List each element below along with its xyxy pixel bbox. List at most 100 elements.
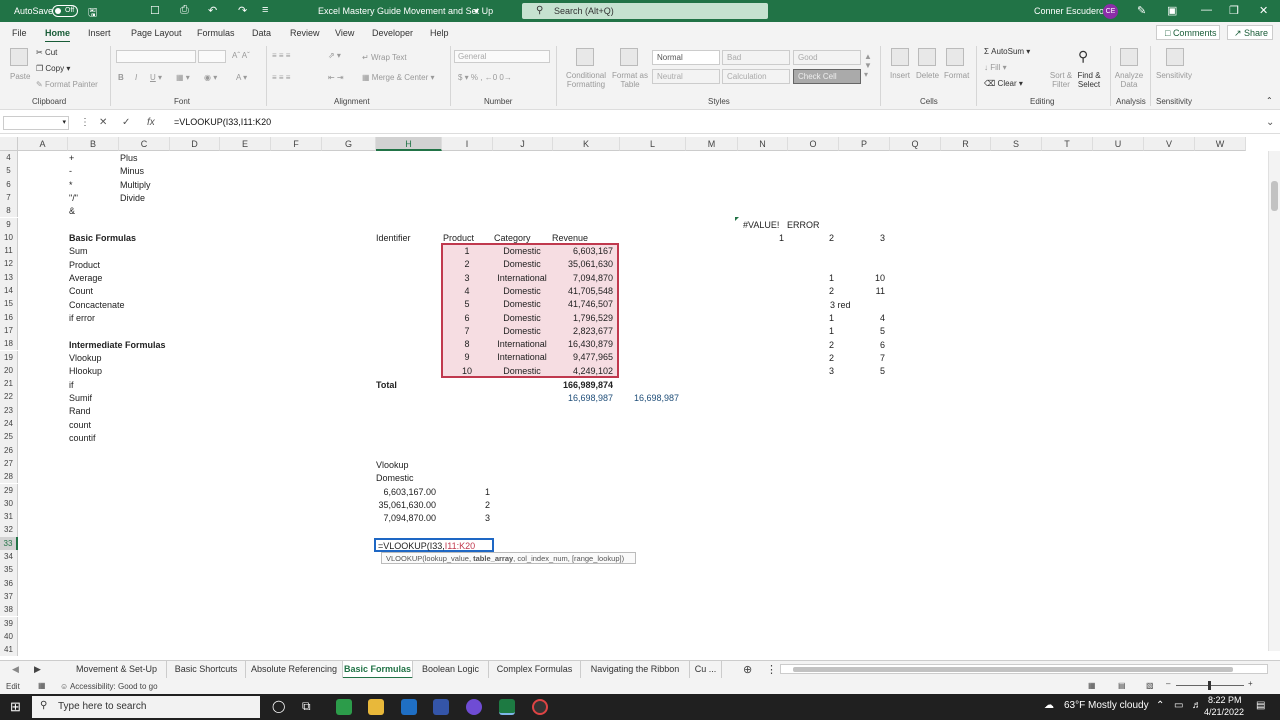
table-cell-revenue[interactable]: 41,705,548 xyxy=(540,286,613,297)
find-select-icon[interactable]: ⚲ xyxy=(1078,48,1088,65)
find-select-button[interactable]: Find & Select xyxy=(1074,71,1104,89)
cell-o[interactable]: 2 xyxy=(810,353,834,364)
vlookup-index[interactable]: 1 xyxy=(470,487,490,498)
format-table-icon[interactable] xyxy=(620,48,638,66)
cell-o[interactable]: 1 xyxy=(810,326,834,337)
underline-button[interactable]: U ▾ xyxy=(150,73,162,82)
table-cell-product[interactable]: 2 xyxy=(442,259,492,270)
search-box[interactable]: ⚲ Search (Alt+Q) xyxy=(522,3,768,19)
zoom-slider-thumb[interactable] xyxy=(1208,681,1211,690)
column-header-q[interactable]: Q xyxy=(890,137,941,151)
analyze-data-icon[interactable] xyxy=(1120,48,1138,66)
menu-developer[interactable]: Developer xyxy=(372,28,413,38)
clear-button[interactable]: ⌫ Clear ▾ xyxy=(984,79,1023,88)
domestic-label[interactable]: Domestic xyxy=(376,473,414,484)
row-header-26[interactable]: 26 xyxy=(0,443,18,457)
list-item[interactable]: Average xyxy=(69,273,102,284)
cell-p[interactable]: 5 xyxy=(861,366,885,377)
menu-home[interactable]: Home xyxy=(45,28,71,43)
comments-button[interactable]: □ Comments xyxy=(1156,25,1220,40)
accessibility-status[interactable]: ☺ Accessibility: Good to go xyxy=(60,682,158,691)
sheet-tab[interactable]: Absolute Referencing xyxy=(246,661,343,679)
cell-k22[interactable]: 16,698,987 xyxy=(540,393,613,404)
cell-p[interactable]: 10 xyxy=(861,273,885,284)
list-item[interactable]: Sum xyxy=(69,246,88,257)
cell-a6[interactable]: * xyxy=(69,180,73,191)
fill-color-icon[interactable]: ◉ ▾ xyxy=(204,73,217,82)
cell-p[interactable]: 5 xyxy=(861,326,885,337)
weather-icon[interactable]: ☁ xyxy=(1044,700,1054,711)
row-header-24[interactable]: 24 xyxy=(0,417,18,431)
column-header-k[interactable]: K xyxy=(553,137,620,151)
paste-button[interactable]: Paste xyxy=(10,72,30,81)
intermediate-formulas-header[interactable]: Intermediate Formulas xyxy=(69,340,166,351)
table-cell-revenue[interactable]: 4,249,102 xyxy=(540,366,613,377)
cancel-icon[interactable]: ✕ xyxy=(99,117,107,128)
conditional-formatting-button[interactable]: Conditional Formatting xyxy=(560,71,612,89)
sensitivity-button[interactable]: Sensitivity xyxy=(1156,71,1192,80)
list-item[interactable]: Sumif xyxy=(69,393,92,404)
table-cell-revenue[interactable]: 9,477,965 xyxy=(540,352,613,363)
document-title[interactable]: Excel Mastery Guide Movement and Set Up xyxy=(318,6,493,16)
sheet-tab[interactable]: Navigating the Ribbon xyxy=(581,661,690,679)
column-header-s[interactable]: S xyxy=(991,137,1042,151)
vlookup-value[interactable]: 7,094,870.00 xyxy=(370,513,436,524)
sheet-tab[interactable]: Complex Formulas xyxy=(489,661,581,679)
table-cell-revenue[interactable]: 16,430,879 xyxy=(540,339,613,350)
fill-button[interactable]: ↓ Fill ▾ xyxy=(984,63,1007,72)
sensitivity-icon[interactable] xyxy=(1166,48,1184,66)
column-header-f[interactable]: F xyxy=(271,137,322,151)
row-header-4[interactable]: 4 xyxy=(0,151,18,165)
row-header-14[interactable]: 14 xyxy=(0,284,18,298)
header-revenue[interactable]: Revenue xyxy=(552,233,588,244)
sort-filter-button[interactable]: Sort & Filter xyxy=(1046,71,1076,89)
chevron-up-icon[interactable]: ⌃ xyxy=(1156,700,1164,711)
cell-p[interactable]: 11 xyxy=(861,286,885,297)
style-calculation[interactable]: Calculation xyxy=(722,69,790,84)
cell-n10[interactable]: 1 xyxy=(760,233,784,244)
list-item[interactable]: countif xyxy=(69,433,96,444)
column-header-a[interactable]: A xyxy=(18,137,68,151)
table-cell-product[interactable]: 3 xyxy=(442,273,492,284)
page-break-view-icon[interactable]: ▧ xyxy=(1146,681,1154,690)
row-header-16[interactable]: 16 xyxy=(0,310,18,324)
cut-button[interactable]: ✂ Cut xyxy=(36,48,57,57)
undo-icon[interactable]: ↶ xyxy=(208,4,217,17)
table-cell-product[interactable]: 7 xyxy=(442,326,492,337)
task-view-icon[interactable]: ⧉ xyxy=(302,699,311,714)
print-icon[interactable]: ⎙ xyxy=(180,4,189,17)
row-header-8[interactable]: 8 xyxy=(0,204,18,218)
close-icon[interactable]: ✕ xyxy=(1259,4,1268,17)
row-header-30[interactable]: 30 xyxy=(0,496,18,511)
format-painter-button[interactable]: ✎ Format Painter xyxy=(36,80,98,89)
borders-icon[interactable]: ▦ ▾ xyxy=(176,73,190,82)
row-header-29[interactable]: 29 xyxy=(0,483,18,497)
table-cell-product[interactable]: 6 xyxy=(442,313,492,324)
total-value[interactable]: 166,989,874 xyxy=(540,380,613,391)
vlookup-value[interactable]: 6,603,167.00 xyxy=(370,487,436,498)
chrome-icon[interactable] xyxy=(336,699,352,715)
column-header-o[interactable]: O xyxy=(788,137,839,151)
table-cell-product[interactable]: 4 xyxy=(442,286,492,297)
cell-o[interactable]: 3 red xyxy=(830,300,851,311)
weather-label[interactable]: 63°F Mostly cloudy xyxy=(1064,700,1149,711)
conditional-formatting-icon[interactable] xyxy=(576,48,594,66)
table-cell-revenue[interactable]: 41,746,507 xyxy=(540,299,613,310)
table-cell-product[interactable]: 5 xyxy=(442,299,492,310)
row-header-22[interactable]: 22 xyxy=(0,390,18,404)
row-header-21[interactable]: 21 xyxy=(0,377,18,391)
column-header-e[interactable]: E xyxy=(220,137,271,151)
menu-page-layout[interactable]: Page Layout xyxy=(131,28,182,38)
font-size-select[interactable] xyxy=(198,50,226,63)
share-button[interactable]: ↗ Share xyxy=(1227,25,1273,40)
format-cells-button[interactable]: Format xyxy=(944,71,969,80)
analyze-data-button[interactable]: Analyze Data xyxy=(1114,71,1144,89)
row-header-39[interactable]: 39 xyxy=(0,616,18,630)
column-header-r[interactable]: R xyxy=(941,137,991,151)
insert-function-icon[interactable]: fx xyxy=(147,117,155,128)
row-header-9[interactable]: 9 xyxy=(0,217,18,231)
table-cell-product[interactable]: 8 xyxy=(442,339,492,350)
sheet-tab[interactable]: Basic Formulas xyxy=(343,661,413,679)
list-item[interactable]: count xyxy=(69,420,91,431)
vlookup-value[interactable]: 35,061,630.00 xyxy=(370,500,436,511)
